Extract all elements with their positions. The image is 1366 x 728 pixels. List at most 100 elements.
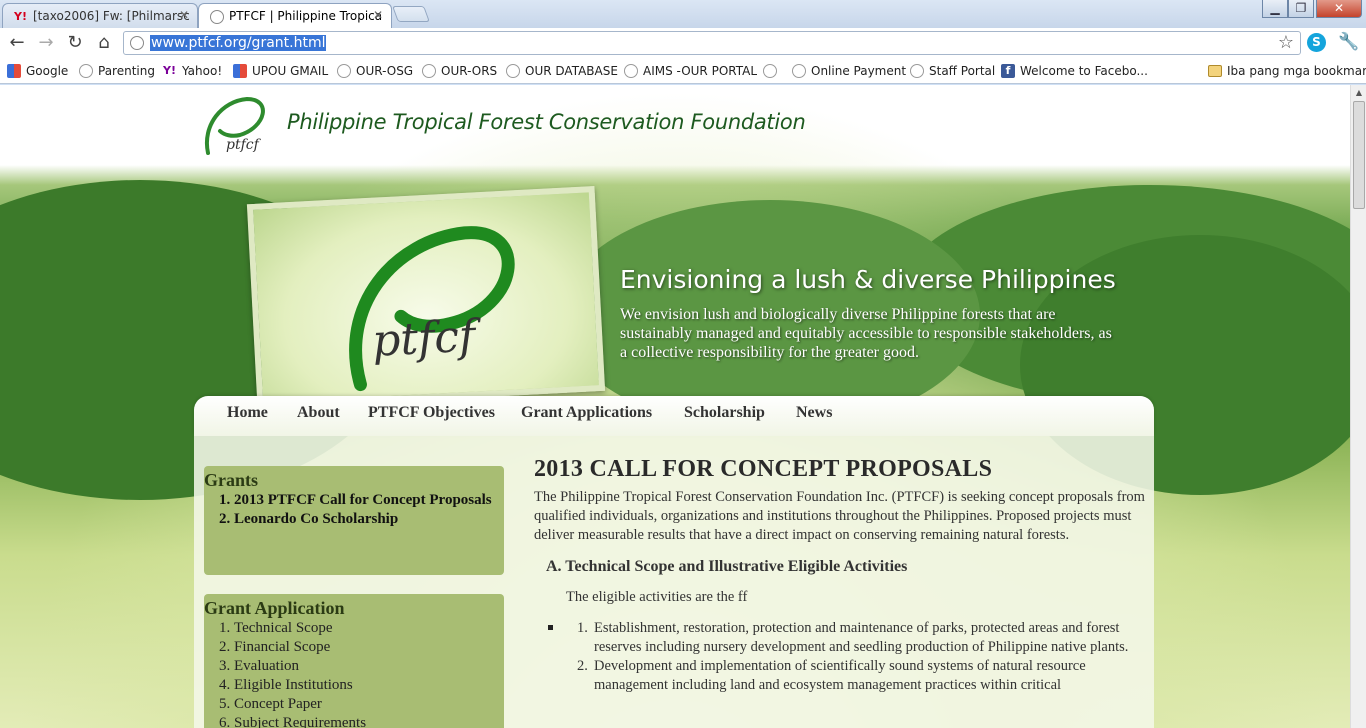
application-link[interactable]: Subject Requirements	[234, 714, 504, 728]
bookmark-our-osg[interactable]: OUR-OSG	[337, 62, 413, 80]
bookmark-label: OUR DATABASE	[525, 64, 618, 78]
browser-tab-active[interactable]: PTFCF | Philippine Tropical ✕	[198, 3, 392, 28]
bookmark-untitled[interactable]	[763, 62, 782, 80]
logo-text: ptfcf	[226, 137, 259, 153]
globe-icon	[210, 10, 224, 24]
other-bookmarks-folder[interactable]: Iba pang mga bookmark	[1208, 62, 1366, 80]
grants-heading: Grants	[204, 470, 258, 490]
scroll-up-arrow-icon[interactable]: ▲	[1351, 88, 1366, 97]
activity-list: 1. Establishment, restoration, protection…	[534, 619, 1150, 695]
bookmark-label: Staff Portal	[929, 64, 996, 78]
site-nav: Home About PTFCF Objectives Grant Applic…	[194, 396, 1154, 436]
bookmark-facebook[interactable]: f Welcome to Facebo...	[1001, 62, 1148, 80]
bookmark-label: UPOU GMAIL	[252, 64, 329, 78]
bookmark-label: Parenting	[98, 64, 155, 78]
nav-scholarship[interactable]: Scholarship	[684, 404, 765, 422]
content-panel: Grants 2013 PTFCF Call for Concept Propo…	[194, 436, 1154, 728]
bookmark-our-ors[interactable]: OUR-ORS	[422, 62, 497, 80]
restore-button[interactable]: ❐	[1288, 0, 1314, 18]
page-title: 2013 CALL FOR CONCEPT PROPOSALS	[534, 456, 993, 482]
yahoo-icon: Y!	[163, 64, 176, 77]
reload-icon[interactable]: ↻	[64, 32, 86, 54]
address-bar[interactable]: www.ptfcf.org/grant.html ☆	[123, 31, 1301, 55]
globe-icon	[792, 64, 806, 78]
page-viewport: ptfcf Philippine Tropical Forest Conserv…	[0, 85, 1350, 728]
bookmark-aims-portal[interactable]: AIMS -OUR PORTAL	[624, 62, 757, 80]
new-tab-button[interactable]	[392, 6, 430, 22]
globe-icon	[337, 64, 351, 78]
mission-statement: We envision lush and biologically divers…	[620, 306, 1112, 361]
home-icon[interactable]: ⌂	[93, 32, 115, 54]
globe-icon	[422, 64, 436, 78]
facebook-icon: f	[1001, 64, 1015, 78]
tab-title: PTFCF | Philippine Tropical	[229, 9, 383, 23]
globe-icon	[763, 64, 777, 78]
page-info-icon[interactable]	[130, 36, 144, 50]
nav-news[interactable]: News	[796, 404, 832, 422]
ptfcf-large-logo	[349, 226, 515, 392]
yahoo-icon: Y!	[14, 10, 27, 23]
list-item: 2. Development and implementation of scie…	[577, 658, 1086, 693]
google-icon	[233, 64, 247, 78]
wrench-menu-icon[interactable]: 🔧	[1338, 32, 1359, 52]
nav-about[interactable]: About	[297, 404, 340, 422]
bookmark-label: Yahoo!	[182, 64, 223, 78]
globe-icon	[910, 64, 924, 78]
large-logo-text: ptfcf	[370, 310, 477, 367]
bookmark-yahoo[interactable]: Y! Yahoo!	[163, 62, 222, 80]
google-icon	[7, 64, 21, 78]
tagline: Envisioning a lush & diverse Philippines	[620, 265, 1116, 294]
bookmark-parenting[interactable]: Parenting	[79, 62, 155, 80]
close-tab-icon[interactable]: ✕	[179, 8, 189, 22]
application-link[interactable]: Eligible Institutions	[234, 676, 504, 695]
nav-home[interactable]: Home	[227, 404, 268, 422]
bookmark-online-payment[interactable]: Online Payment	[792, 62, 906, 80]
bookmark-label: OUR-ORS	[441, 64, 498, 78]
close-window-button[interactable]: ✕	[1316, 0, 1362, 18]
section-a-heading: A. Technical Scope and Illustrative Elig…	[546, 558, 908, 575]
url-text[interactable]: www.ptfcf.org/grant.html	[150, 35, 327, 51]
list-item: 1. Establishment, restoration, protection…	[577, 620, 1129, 655]
nav-grant-applications[interactable]: Grant Applications	[521, 404, 652, 422]
skype-extension-icon[interactable]: S	[1307, 33, 1326, 52]
activity-text: Establishment, restoration, protection a…	[594, 620, 1129, 655]
bookmark-google[interactable]: Google	[7, 62, 68, 80]
forward-arrow-icon[interactable]: →	[35, 32, 57, 54]
globe-icon	[506, 64, 520, 78]
bookmarks-bar: Google Parenting Y! Yahoo! UPOU GMAIL OUR…	[0, 58, 1366, 84]
grant-application-box: Grant Application Technical Scope Financ…	[204, 594, 504, 728]
bookmark-upou-gmail[interactable]: UPOU GMAIL	[233, 62, 328, 80]
grants-box: Grants 2013 PTFCF Call for Concept Propo…	[204, 466, 504, 575]
site-title[interactable]: Philippine Tropical Forest Conservation …	[287, 110, 806, 134]
main-article: 2013 CALL FOR CONCEPT PROPOSALS The Phil…	[534, 456, 1150, 695]
browser-toolbar: ← → ↻ ⌂ www.ptfcf.org/grant.html ☆ S 🔧	[0, 28, 1366, 58]
bookmark-label: Welcome to Facebo...	[1020, 64, 1148, 78]
logo-photo-card: ptfcf	[246, 186, 606, 409]
back-arrow-icon[interactable]: ←	[6, 32, 28, 54]
scrollbar-thumb[interactable]	[1353, 101, 1365, 209]
bookmark-label: Online Payment	[811, 64, 907, 78]
bullet-icon	[548, 625, 553, 630]
grant-application-heading: Grant Application	[204, 598, 345, 618]
application-link[interactable]: Evaluation	[234, 657, 504, 676]
bookmark-star-icon[interactable]: ☆	[1278, 32, 1294, 54]
minimize-button[interactable]: ▁	[1262, 0, 1288, 18]
activity-text: Development and implementation of scient…	[594, 658, 1086, 693]
application-link[interactable]: Concept Paper	[234, 695, 504, 714]
page-scrollbar[interactable]: ▲	[1350, 85, 1366, 728]
browser-tab[interactable]: Y! [taxo2006] Fw: [Philmarsci] ✕	[2, 3, 198, 28]
grants-link[interactable]: Leonardo Co Scholarship	[234, 510, 504, 529]
intro-paragraph: The Philippine Tropical Forest Conservat…	[534, 489, 1145, 543]
nav-objectives[interactable]: PTFCF Objectives	[368, 404, 495, 422]
grants-link[interactable]: 2013 PTFCF Call for Concept Proposals	[234, 491, 504, 510]
application-link[interactable]: Financial Scope	[234, 638, 504, 657]
bookmark-label: Google	[26, 64, 69, 78]
eligible-intro: The eligible activities are the ff	[566, 589, 748, 605]
bookmark-our-database[interactable]: OUR DATABASE	[506, 62, 618, 80]
close-tab-icon[interactable]: ✕	[373, 8, 383, 22]
bookmark-label: OUR-OSG	[356, 64, 414, 78]
bookmark-label: AIMS -OUR PORTAL	[643, 64, 758, 78]
application-link[interactable]: Technical Scope	[234, 619, 504, 638]
bookmark-staff-portal[interactable]: Staff Portal	[910, 62, 995, 80]
globe-icon	[624, 64, 638, 78]
